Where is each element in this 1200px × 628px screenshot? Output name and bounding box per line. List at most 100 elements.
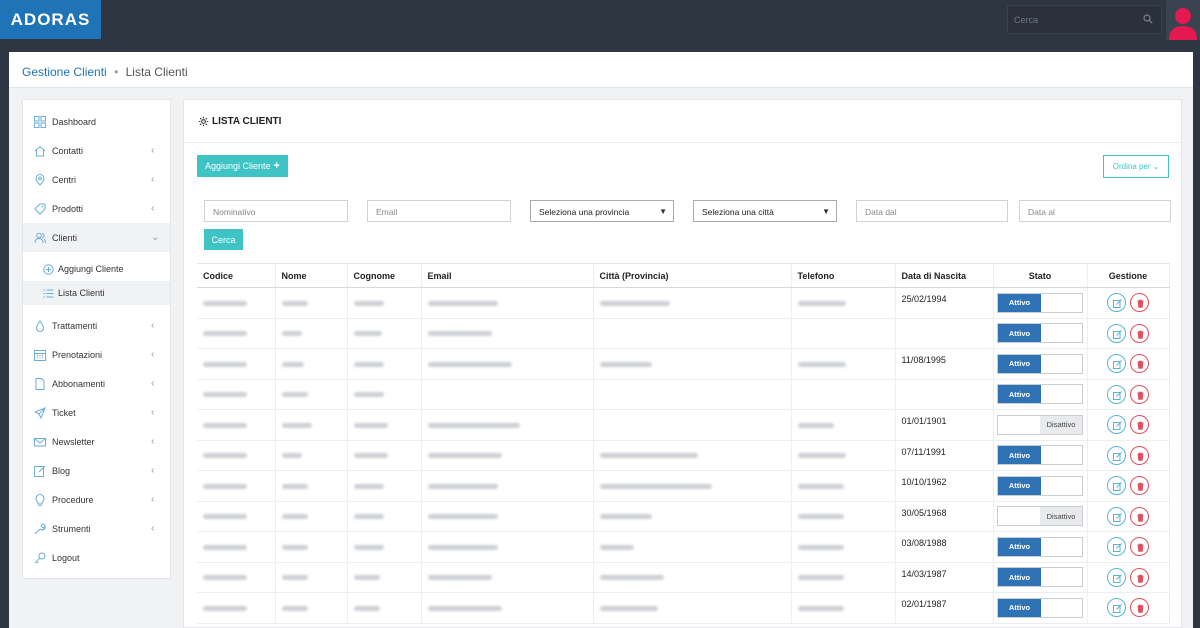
- delete-button[interactable]: [1130, 323, 1149, 343]
- delete-button[interactable]: [1130, 537, 1149, 557]
- redacted-cell: [421, 470, 594, 502]
- status-toggle[interactable]: Attivo: [997, 567, 1083, 588]
- status-toggle[interactable]: Attivo: [997, 384, 1083, 405]
- status-toggle[interactable]: Disattivo: [997, 414, 1083, 435]
- sidebar-item-logout[interactable]: Logout: [23, 543, 170, 572]
- table-row[interactable]: 25/02/1994 Attivo: [197, 287, 1170, 319]
- delete-button[interactable]: [1130, 384, 1149, 404]
- delete-button[interactable]: [1130, 293, 1149, 313]
- app-logo[interactable]: ADORAS: [0, 0, 101, 39]
- status-toggle[interactable]: Attivo: [997, 475, 1083, 496]
- table-row[interactable]: 07/11/1991 Attivo: [197, 440, 1170, 471]
- status-on-label: Attivo: [998, 293, 1041, 312]
- provincia-select[interactable]: Seleziona una provincia ▼: [530, 200, 674, 222]
- column-header[interactable]: Nome: [275, 263, 348, 288]
- sidebar-item-contatti[interactable]: Contatti ‹: [23, 136, 170, 165]
- status-toggle[interactable]: Attivo: [997, 597, 1083, 618]
- sidebar-item-strumenti[interactable]: Strumenti ‹: [23, 514, 170, 543]
- sidebar-item-ticket[interactable]: Ticket ‹: [23, 398, 170, 427]
- redacted-cell: [347, 318, 422, 349]
- sidebar-item-newsletter[interactable]: Newsletter ‹: [23, 427, 170, 456]
- column-header[interactable]: Data di Nascita: [895, 263, 994, 288]
- column-header[interactable]: Gestione: [1087, 263, 1170, 288]
- table-row[interactable]: Attivo: [197, 379, 1170, 410]
- delete-button[interactable]: [1130, 567, 1149, 587]
- status-toggle[interactable]: Attivo: [997, 536, 1083, 557]
- submenu-lista-clienti[interactable]: Lista Clienti: [23, 281, 170, 305]
- submenu-aggiungi-cliente[interactable]: Aggiungi Cliente: [23, 257, 170, 281]
- nominativo-input[interactable]: Nominativo: [204, 200, 348, 222]
- edit-button[interactable]: [1107, 537, 1126, 557]
- edit-button[interactable]: [1107, 476, 1126, 496]
- birth-date-cell: [895, 318, 994, 349]
- edit-button[interactable]: [1107, 384, 1126, 404]
- delete-button[interactable]: [1130, 506, 1149, 526]
- document-icon: [35, 377, 45, 390]
- column-header[interactable]: Email: [421, 263, 594, 288]
- table-row[interactable]: 30/05/1968 Disattivo: [197, 501, 1170, 532]
- delete-button[interactable]: [1130, 354, 1149, 374]
- order-by-button[interactable]: Ordina per ⌄: [1103, 155, 1169, 178]
- user-avatar[interactable]: [1166, 0, 1200, 40]
- key-icon: [34, 552, 46, 563]
- status-cell: Attivo: [993, 531, 1088, 563]
- sidebar-item-prenotazioni[interactable]: Prenotazioni ‹: [23, 340, 170, 369]
- sidebar-item-trattamenti[interactable]: Trattamenti ‹: [23, 311, 170, 340]
- edit-button[interactable]: [1107, 506, 1126, 526]
- delete-button[interactable]: [1130, 476, 1149, 496]
- search-input[interactable]: Cerca: [1007, 5, 1162, 34]
- sidebar-item-abbonamenti[interactable]: Abbonamenti ‹: [23, 369, 170, 398]
- table-row[interactable]: 11/08/1995 Attivo: [197, 348, 1170, 380]
- chevron-left-icon: ‹: [151, 436, 155, 447]
- edit-button[interactable]: [1107, 415, 1126, 435]
- sidebar-item-blog[interactable]: Blog ‹: [23, 456, 170, 485]
- sidebar-item-procedure[interactable]: Procedure ‹: [23, 485, 170, 514]
- redacted-cell: [791, 592, 896, 624]
- column-header[interactable]: Città (Provincia): [593, 263, 792, 288]
- add-client-button[interactable]: Aggiungi Cliente +: [197, 155, 288, 177]
- citta-select[interactable]: Seleziona una città ▼: [693, 200, 837, 222]
- trash-icon: [1137, 391, 1144, 400]
- redacted-cell: [197, 348, 276, 380]
- edit-button[interactable]: [1107, 598, 1126, 618]
- delete-button[interactable]: [1130, 445, 1149, 465]
- status-toggle[interactable]: Attivo: [997, 292, 1083, 313]
- date-to-input[interactable]: Data al: [1019, 200, 1171, 222]
- column-header[interactable]: Stato: [993, 263, 1088, 288]
- table-row[interactable]: Attivo: [197, 318, 1170, 349]
- edit-button[interactable]: [1107, 293, 1126, 313]
- column-header[interactable]: Codice: [197, 263, 276, 288]
- sidebar-item-dashboard[interactable]: Dashboard: [23, 107, 170, 136]
- table-row[interactable]: 03/08/1988 Attivo: [197, 531, 1170, 563]
- status-toggle[interactable]: Attivo: [997, 353, 1083, 374]
- email-input[interactable]: Email: [367, 200, 511, 222]
- status-toggle[interactable]: Attivo: [997, 445, 1083, 466]
- edit-button[interactable]: [1107, 445, 1126, 465]
- edit-button[interactable]: [1107, 323, 1126, 343]
- column-header[interactable]: Cognome: [347, 263, 422, 288]
- search-icon[interactable]: [1143, 14, 1153, 24]
- edit-button[interactable]: [1107, 354, 1126, 374]
- table-row[interactable]: 01/01/1901 Disattivo: [197, 409, 1170, 441]
- status-toggle[interactable]: Attivo: [997, 323, 1083, 344]
- sidebar-item-clienti[interactable]: Clienti ⌄: [23, 223, 170, 252]
- table-row[interactable]: 10/10/1962 Attivo: [197, 470, 1170, 502]
- table-header-row: Codice Nome Cognome Email Città (Provinc…: [197, 263, 1170, 288]
- search-button[interactable]: Cerca: [204, 229, 243, 250]
- table-row[interactable]: 02/01/1987 Attivo: [197, 592, 1170, 624]
- sidebar-item-prodotti[interactable]: Prodotti ‹: [23, 194, 170, 223]
- date-from-input[interactable]: Data dal: [856, 200, 1008, 222]
- card-header: LISTA CLIENTI: [184, 100, 1181, 143]
- chevron-left-icon: ‹: [151, 145, 155, 156]
- sidebar-item-centri[interactable]: Centri ‹: [23, 165, 170, 194]
- table-row[interactable]: 14/03/1987 Attivo: [197, 562, 1170, 593]
- edit-button[interactable]: [1107, 567, 1126, 587]
- delete-button[interactable]: [1130, 598, 1149, 618]
- status-cell: Attivo: [993, 562, 1088, 593]
- dashboard-icon: [34, 115, 46, 128]
- email-placeholder: Email: [376, 207, 398, 217]
- breadcrumb-section[interactable]: Gestione Clienti: [22, 65, 107, 79]
- delete-button[interactable]: [1130, 415, 1149, 435]
- column-header[interactable]: Telefono: [791, 263, 896, 288]
- status-toggle[interactable]: Disattivo: [997, 506, 1083, 527]
